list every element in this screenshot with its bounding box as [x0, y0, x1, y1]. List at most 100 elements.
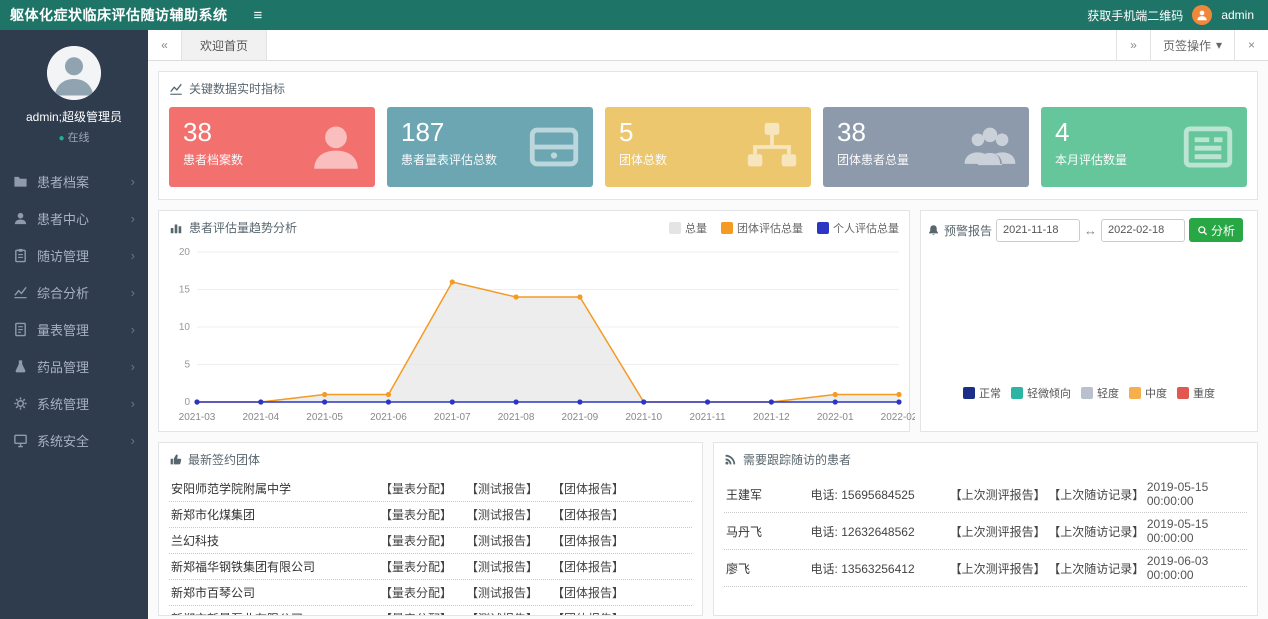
followup-row: 廖飞 电话: 13563256412 【上次测评报告】 【上次随访记录】 201…	[724, 550, 1247, 587]
followup-time: 2019-06-03 00:00:00	[1147, 554, 1245, 582]
test-report-link[interactable]: 【测试报告】	[466, 480, 538, 497]
group-report-link[interactable]: 【团体报告】	[552, 610, 624, 616]
tabs-scroll-right-button[interactable]: »	[1116, 30, 1150, 60]
test-report-link[interactable]: 【测试报告】	[466, 506, 538, 523]
chevron-right-icon: ›	[131, 285, 135, 300]
date-range-arrow-icon: ↔	[1084, 223, 1097, 238]
sidebar-item-system-manage[interactable]: 系统管理›	[0, 385, 148, 422]
group-row: 新郑市新量泵业有限公司 【量表分配】【测试报告】【团体报告】	[169, 606, 692, 616]
legend-swatch	[817, 222, 829, 234]
tab-close-button[interactable]: ×	[1234, 30, 1268, 60]
last-assessment-report-link[interactable]: 【上次测评报告】	[950, 560, 1049, 577]
analyze-button[interactable]: 分析	[1189, 218, 1243, 242]
test-report-link[interactable]: 【测试报告】	[466, 610, 538, 616]
group-row: 新郑市化煤集团 【量表分配】【测试报告】【团体报告】	[169, 502, 692, 528]
tab-bar: « 欢迎首页 » 页签操作▾ ×	[148, 30, 1268, 61]
group-report-link[interactable]: 【团体报告】	[552, 480, 624, 497]
svg-text:2021-10: 2021-10	[625, 412, 662, 423]
test-report-link[interactable]: 【测试报告】	[466, 584, 538, 601]
followup-row: 马丹飞 电话: 12632648562 【上次测评报告】 【上次随访记录】 20…	[724, 513, 1247, 550]
user-avatar[interactable]	[47, 46, 101, 100]
trend-panel-title: 患者评估量趋势分析	[189, 219, 297, 236]
group-report-link[interactable]: 【团体报告】	[552, 558, 624, 575]
line-chart-icon	[13, 285, 28, 300]
legend-item-mild[interactable]: 轻度	[1081, 385, 1119, 401]
legend-swatch	[1129, 387, 1141, 399]
svg-text:2021-12: 2021-12	[753, 412, 790, 423]
caret-down-icon: ▾	[1216, 38, 1222, 52]
top-navbar: 躯体化症状临床评估随访辅助系统 ≡ 获取手机端二维码 admin	[0, 0, 1268, 30]
chevron-right-icon: ›	[131, 396, 135, 411]
date-from-input[interactable]	[996, 219, 1080, 242]
sidebar-item-patient-file[interactable]: 患者档案›	[0, 163, 148, 200]
legend-item-severe[interactable]: 重度	[1177, 385, 1215, 401]
svg-text:10: 10	[179, 322, 191, 333]
qr-code-link[interactable]: 获取手机端二维码	[1087, 7, 1183, 24]
warning-report-panel: 预警报告 ↔ 分析 正常 轻微倾向 轻度	[920, 210, 1258, 432]
trend-icon	[169, 82, 183, 96]
test-report-link[interactable]: 【测试报告】	[466, 532, 538, 549]
legend-swatch	[963, 387, 975, 399]
tab-operations-dropdown[interactable]: 页签操作▾	[1150, 30, 1234, 60]
group-name: 新郑福华钢铁集团有限公司	[171, 558, 380, 575]
assign-scale-link[interactable]: 【量表分配】	[380, 532, 452, 549]
sidebar-item-patient-center[interactable]: 患者中心›	[0, 200, 148, 237]
followup-time: 2019-05-15 00:00:00	[1147, 480, 1245, 508]
legend-swatch	[721, 222, 733, 234]
group-report-link[interactable]: 【团体报告】	[552, 506, 624, 523]
group-report-link[interactable]: 【团体报告】	[552, 584, 624, 601]
navbar-username[interactable]: admin	[1221, 8, 1254, 22]
assign-scale-link[interactable]: 【量表分配】	[380, 558, 452, 575]
svg-text:0: 0	[184, 397, 190, 408]
sidebar: admin;超级管理员 ●在线 患者档案› 患者中心› 随访管理› 综合分析›	[0, 30, 148, 619]
legend-item-group-total[interactable]: 团体评估总量	[721, 220, 803, 236]
signed-groups-panel: 最新签约团体 安阳师范学院附属中学 【量表分配】【测试报告】【团体报告】 新郑市…	[158, 442, 703, 616]
date-to-input[interactable]	[1101, 219, 1185, 242]
patient-name: 王建军	[726, 486, 811, 503]
last-assessment-report-link[interactable]: 【上次测评报告】	[950, 523, 1049, 540]
group-report-link[interactable]: 【团体报告】	[552, 532, 624, 549]
legend-item-total[interactable]: 总量	[669, 220, 707, 236]
legend-item-personal-total[interactable]: 个人评估总量	[817, 220, 899, 236]
stat-card-groups-total: 5 团体总数	[605, 107, 811, 187]
assign-scale-link[interactable]: 【量表分配】	[380, 480, 452, 497]
sidebar-item-analysis[interactable]: 综合分析›	[0, 274, 148, 311]
sidebar-item-drug[interactable]: 药品管理›	[0, 348, 148, 385]
assign-scale-link[interactable]: 【量表分配】	[380, 506, 452, 523]
last-followup-record-link[interactable]: 【上次随访记录】	[1048, 560, 1147, 577]
navbar-avatar[interactable]	[1192, 5, 1212, 25]
assign-scale-link[interactable]: 【量表分配】	[380, 584, 452, 601]
sidebar-item-scale[interactable]: 量表管理›	[0, 311, 148, 348]
followup-time: 2019-05-15 00:00:00	[1147, 517, 1245, 545]
hamburger-menu-icon[interactable]: ≡	[242, 7, 275, 24]
news-icon	[1179, 118, 1237, 176]
group-icon	[961, 118, 1019, 176]
legend-item-moderate[interactable]: 中度	[1129, 385, 1167, 401]
legend-swatch	[1081, 387, 1093, 399]
stat-card-group-patients: 38 团体患者总量	[823, 107, 1029, 187]
person-icon	[13, 211, 28, 226]
tab-welcome[interactable]: 欢迎首页	[182, 30, 267, 60]
sidebar-item-followup[interactable]: 随访管理›	[0, 237, 148, 274]
last-followup-record-link[interactable]: 【上次随访记录】	[1048, 523, 1147, 540]
sidebar-menu: 患者档案› 患者中心› 随访管理› 综合分析› 量表管理› 药品管理›	[0, 163, 148, 459]
monitor-icon	[13, 433, 28, 448]
clipboard-icon	[13, 248, 28, 263]
sidebar-item-system-security[interactable]: 系统安全›	[0, 422, 148, 459]
svg-text:2022-02: 2022-02	[881, 412, 915, 423]
legend-item-slight-tendency[interactable]: 轻微倾向	[1011, 385, 1071, 401]
followup-patients-panel: 需要跟踪随访的患者 王建军 电话: 15695684525 【上次测评报告】 【…	[713, 442, 1258, 616]
warning-legend: 正常 轻微倾向 轻度 中度 重度	[963, 385, 1215, 401]
gear-icon	[13, 396, 28, 411]
last-assessment-report-link[interactable]: 【上次测评报告】	[950, 486, 1049, 503]
patient-phone: 电话: 13563256412	[811, 560, 950, 577]
svg-text:2021-04: 2021-04	[242, 412, 279, 423]
last-followup-record-link[interactable]: 【上次随访记录】	[1048, 486, 1147, 503]
tabs-scroll-left-button[interactable]: «	[148, 30, 182, 60]
person-icon	[1195, 8, 1209, 22]
stat-card-assessments-total: 187 患者量表评估总数	[387, 107, 593, 187]
test-report-link[interactable]: 【测试报告】	[466, 558, 538, 575]
flask-icon	[13, 359, 28, 374]
assign-scale-link[interactable]: 【量表分配】	[380, 610, 452, 616]
legend-item-normal[interactable]: 正常	[963, 385, 1001, 401]
